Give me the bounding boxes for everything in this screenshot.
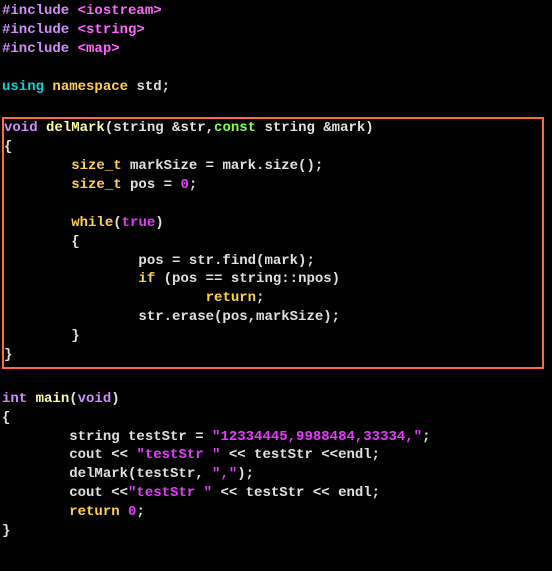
keyword-const: const xyxy=(214,120,264,136)
keyword-void: void xyxy=(4,120,46,136)
indent xyxy=(2,429,69,445)
brace: } xyxy=(2,523,10,539)
indent xyxy=(4,271,138,287)
brace: } xyxy=(4,347,12,363)
indent xyxy=(2,466,69,482)
punct: ) xyxy=(111,391,119,407)
indent xyxy=(2,447,69,463)
punct: ; xyxy=(189,177,197,193)
code-editor: #include <iostream> #include <string> #i… xyxy=(0,0,552,541)
include-header: <map> xyxy=(78,41,120,57)
statement: << testStr << endl; xyxy=(212,485,380,501)
include-header: <iostream> xyxy=(78,3,162,19)
indent xyxy=(4,290,206,306)
punct: ; xyxy=(256,290,264,306)
params: string &mark) xyxy=(264,120,373,136)
indent xyxy=(4,177,71,193)
punct: ( xyxy=(113,215,121,231)
indent xyxy=(4,158,71,174)
indent xyxy=(4,215,71,231)
preprocessor: #include xyxy=(2,22,78,38)
statement: pos = xyxy=(130,177,180,193)
keyword-int: int xyxy=(2,391,36,407)
punct: ); xyxy=(237,466,254,482)
punct: ; xyxy=(422,429,430,445)
include-header: <string> xyxy=(78,22,145,38)
keyword-while: while xyxy=(71,215,113,231)
statement: string testStr = xyxy=(69,429,212,445)
function-name: main xyxy=(36,391,70,407)
function-highlight-box: void delMark(string &str,const string &m… xyxy=(2,117,544,369)
indent xyxy=(4,328,71,344)
string-literal: "testStr " xyxy=(128,485,212,501)
preprocessor: #include xyxy=(2,3,78,19)
string-literal: "testStr " xyxy=(136,447,220,463)
keyword-size-t: size_t xyxy=(71,158,130,174)
statement: pos = str.find(mark); xyxy=(138,253,314,269)
brace: { xyxy=(4,139,12,155)
statement: cout << xyxy=(69,485,128,501)
preprocessor: #include xyxy=(2,41,78,57)
keyword-size-t: size_t xyxy=(71,177,130,193)
keyword-namespace: namespace xyxy=(52,79,136,95)
statement: cout << xyxy=(69,447,136,463)
brace: { xyxy=(2,410,10,426)
keyword-if: if xyxy=(138,271,163,287)
params: (string &str, xyxy=(105,120,214,136)
function-name: delMark xyxy=(46,120,105,136)
indent xyxy=(2,504,69,520)
keyword-return: return xyxy=(206,290,256,306)
keyword-return: return xyxy=(69,504,128,520)
statement: markSize = mark.size(); xyxy=(130,158,323,174)
number: 0 xyxy=(180,177,188,193)
punct: ( xyxy=(69,391,77,407)
keyword-void: void xyxy=(78,391,112,407)
punct: ; xyxy=(136,504,144,520)
indent xyxy=(4,309,138,325)
identifier: std; xyxy=(136,79,170,95)
indent xyxy=(2,485,69,501)
string-literal: "," xyxy=(212,466,237,482)
statement: delMark(testStr, xyxy=(69,466,212,482)
keyword-using: using xyxy=(2,79,52,95)
brace: } xyxy=(71,328,79,344)
brace: { xyxy=(71,234,79,250)
statement: << testStr <<endl; xyxy=(220,447,380,463)
keyword-true: true xyxy=(122,215,156,231)
indent xyxy=(4,253,138,269)
punct: ) xyxy=(155,215,163,231)
indent xyxy=(4,234,71,250)
statement: str.erase(pos,markSize); xyxy=(138,309,340,325)
condition: (pos == string::npos) xyxy=(164,271,340,287)
string-literal: "12334445,9988484,33334," xyxy=(212,429,422,445)
